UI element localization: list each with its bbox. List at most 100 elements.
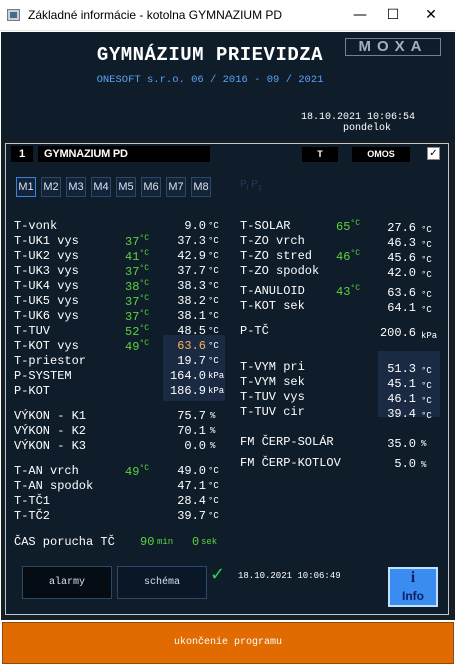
module-button-m8[interactable]: M8 bbox=[191, 177, 211, 197]
unit-t-zo-stred: °C bbox=[421, 255, 432, 265]
unit-vykon-k2: % bbox=[210, 426, 216, 436]
value-vykon-k2: 70.1 bbox=[177, 424, 206, 438]
info-label: Info bbox=[402, 589, 424, 603]
setpoint-t-uk2: 41°C bbox=[125, 249, 150, 264]
value-t-uk1: 37.3 bbox=[177, 234, 206, 248]
setpoint-t-uk4: 38°C bbox=[125, 279, 150, 294]
unit-vykon-k3: % bbox=[210, 441, 216, 451]
page-subtitle: ONESOFT s.r.o. 06 / 2016 - 09 / 2021 bbox=[96, 74, 324, 86]
label-t-solar: T-SOLAR bbox=[240, 219, 291, 233]
label-cas-porucha: ČAS porucha TČ bbox=[14, 535, 115, 549]
label-t-uk5: T-UK5 vys bbox=[14, 294, 79, 308]
exit-program-button[interactable]: ukončenie programu bbox=[2, 622, 454, 664]
unit-vykon-k1: % bbox=[210, 411, 216, 421]
unit-p-system: kPa bbox=[208, 371, 225, 381]
panel-number: 1 bbox=[11, 146, 33, 162]
omos-button[interactable]: OMOS bbox=[352, 147, 410, 162]
pip-sub1: i bbox=[246, 183, 249, 192]
label-t-an-spodok: T-AN spodok bbox=[14, 479, 94, 493]
value-t-uk6: 38.1 bbox=[177, 309, 206, 323]
label-fm-kotlov: FM ČERP-KOTLOV bbox=[240, 456, 341, 470]
moxa-logo: MOXA bbox=[345, 38, 441, 56]
pip-p2: P bbox=[251, 179, 258, 190]
label-t-priestor: T-priestor bbox=[14, 354, 87, 368]
label-p-tc: P-TČ bbox=[240, 324, 269, 338]
unit-t-uk5: °C bbox=[208, 296, 219, 306]
unit-t-kot-sek: °C bbox=[421, 305, 432, 315]
unit-t-tuv: °C bbox=[208, 326, 219, 336]
module-button-m6[interactable]: M6 bbox=[141, 177, 161, 197]
module-button-m3[interactable]: M3 bbox=[66, 177, 86, 197]
unit-fm-solar: % bbox=[421, 439, 427, 449]
setpoint-t-an-vrch: 49°C bbox=[125, 464, 150, 479]
module-button-m5[interactable]: M5 bbox=[116, 177, 136, 197]
value-t-anuloid: 63.6 bbox=[387, 286, 416, 300]
value-fm-kotlov: 5.0 bbox=[394, 457, 416, 471]
label-t-tuv: T-TUV bbox=[14, 324, 51, 338]
value-t-vonk: 9.0 bbox=[184, 219, 206, 233]
unit-p-tc: kPa bbox=[421, 331, 438, 341]
module-button-m7[interactable]: M7 bbox=[166, 177, 186, 197]
label-t-tuv-cir: T-TUV cir bbox=[240, 405, 305, 419]
value-t-tuv-cir: 39.4 bbox=[387, 407, 416, 421]
unit-t-tc2: °C bbox=[208, 511, 219, 521]
label-vykon-k3: VÝKON - K3 bbox=[14, 439, 87, 453]
setpoint-t-solar: 65°C bbox=[336, 219, 361, 234]
unit-t-uk4: °C bbox=[208, 281, 219, 291]
label-t-uk3: T-UK3 vys bbox=[14, 264, 79, 278]
unit-t-anuloid: °C bbox=[421, 290, 432, 300]
label-t-vonk: T-vonk bbox=[14, 219, 58, 233]
app-icon bbox=[7, 9, 20, 21]
unit-t-uk1: °C bbox=[208, 236, 219, 246]
unit-t-uk3: °C bbox=[208, 266, 219, 276]
bottom-datetime: 18.10.2021 10:06:49 bbox=[238, 571, 341, 581]
label-t-kot-sek: T-KOT sek bbox=[240, 299, 305, 313]
close-icon[interactable]: ✕ bbox=[412, 0, 450, 30]
unit-t-solar: °C bbox=[421, 225, 432, 235]
unit-t-vym-pri: °C bbox=[421, 366, 432, 376]
window-titlebar[interactable]: Základné informácie - kotolna GYMNAZIUM … bbox=[0, 0, 456, 31]
value-t-an-vrch: 49.0 bbox=[177, 464, 206, 478]
label-t-zo-stred: T-ZO stred bbox=[240, 249, 313, 263]
setpoint-t-zo-stred: 46°C bbox=[336, 249, 361, 264]
unit-t-tc1: °C bbox=[208, 496, 219, 506]
module-button-m1[interactable]: M1 bbox=[16, 177, 36, 197]
value-t-zo-stred: 45.6 bbox=[387, 251, 416, 265]
label-t-zo-vrch: T-ZO vrch bbox=[240, 234, 305, 248]
value-p-kot: 186.9 bbox=[169, 384, 206, 398]
value-fm-solar: 35.0 bbox=[387, 437, 416, 451]
value-t-zo-spodok: 42.0 bbox=[387, 266, 416, 280]
value-t-tc2: 39.7 bbox=[177, 509, 206, 523]
label-t-vym-pri: T-VYM pri bbox=[240, 360, 305, 374]
label-fm-solar: FM ČERP-SOLÁR bbox=[240, 435, 334, 449]
module-button-m2[interactable]: M2 bbox=[41, 177, 61, 197]
label-t-tuv-vys: T-TUV vys bbox=[240, 390, 305, 404]
info-button[interactable]: i Info bbox=[388, 567, 438, 607]
label-p-system: P-SYSTEM bbox=[14, 369, 72, 383]
status-ok-icon: ✓ bbox=[210, 564, 226, 585]
setpoint-t-tuv: 52°C bbox=[125, 324, 150, 339]
value-t-uk4: 38.3 bbox=[177, 279, 206, 293]
unit-t-uk2: °C bbox=[208, 251, 219, 261]
alarmy-button[interactable]: alarmy bbox=[22, 566, 112, 599]
setpoint-t-uk1: 37°C bbox=[125, 234, 150, 249]
value-cas-sek: 0 bbox=[192, 535, 200, 549]
panel-checkbox[interactable]: ✓ bbox=[427, 147, 440, 160]
pip-p1: P bbox=[240, 179, 247, 190]
schema-button[interactable]: schéma bbox=[117, 566, 207, 599]
value-t-kot-sek: 64.1 bbox=[387, 301, 416, 315]
unit-p-kot: kPa bbox=[208, 386, 225, 396]
pip-sub2: z bbox=[257, 183, 262, 192]
value-t-tuv-vys: 46.1 bbox=[387, 392, 416, 406]
maximize-icon[interactable]: ☐ bbox=[374, 0, 412, 30]
label-vykon-k1: VÝKON - K1 bbox=[14, 409, 87, 423]
header-day: pondelok bbox=[343, 123, 392, 134]
module-button-m4[interactable]: M4 bbox=[91, 177, 111, 197]
unit-cas-min: min bbox=[157, 537, 174, 547]
t-button[interactable]: T bbox=[302, 147, 338, 162]
value-t-kot: 63.6 bbox=[177, 339, 206, 353]
header: GYMNÁZIUM PRIEVIDZA ONESOFT s.r.o. 06 / … bbox=[1, 32, 455, 140]
label-t-anuloid: T-ANULOID bbox=[240, 284, 305, 298]
label-t-uk6: T-UK6 vys bbox=[14, 309, 79, 323]
setpoint-t-uk6: 37°C bbox=[125, 309, 150, 324]
